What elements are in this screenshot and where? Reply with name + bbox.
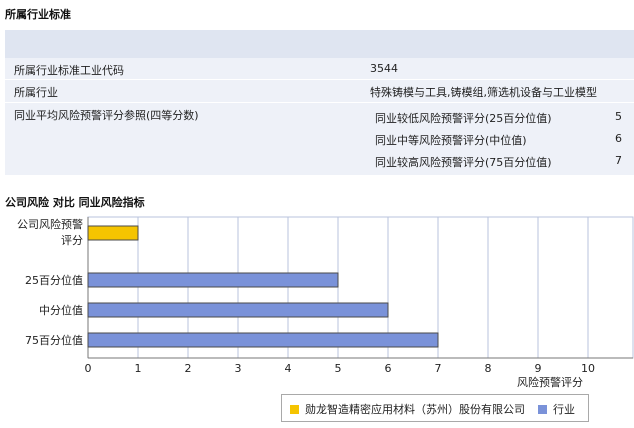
quartile-value: 5 — [615, 110, 622, 123]
legend-swatch — [538, 405, 547, 414]
quartile-value: 7 — [615, 154, 622, 167]
x-tick-label: 4 — [285, 362, 292, 375]
x-tick-label: 10 — [581, 362, 595, 375]
y-category-label: 25百分位值 — [25, 273, 83, 287]
legend-swatch — [290, 405, 299, 414]
quartile-label: 同业较高风险预警评分(75百分位值) — [375, 156, 552, 169]
x-tick-label: 2 — [185, 362, 192, 375]
bar — [87, 332, 439, 348]
legend-label: 勋龙智造精密应用材料（苏州）股份有限公司 — [305, 403, 525, 416]
row-label: 所属行业标准工业代码 — [14, 64, 124, 77]
x-tick-label: 1 — [135, 362, 142, 375]
chart-legend: 勋龙智造精密应用材料（苏州）股份有限公司 行业 — [281, 394, 589, 422]
row-label: 同业平均风险预警评分参照(四等分数) — [14, 109, 199, 122]
section-title-comparison: 公司风险 对比 同业风险指标 — [5, 196, 145, 209]
row-label: 所属行业 — [14, 86, 58, 99]
bar — [87, 272, 339, 288]
x-tick-label: 9 — [535, 362, 542, 375]
industry-table: 所属行业标准工业代码 3544 所属行业 特殊铸模与工具,铸模组,筛选机设备与工… — [5, 30, 634, 176]
bar — [87, 302, 389, 318]
quartile-value: 6 — [615, 132, 622, 145]
y-category-label: 评分 — [61, 234, 83, 247]
legend-label: 行业 — [553, 403, 575, 416]
table-header — [5, 30, 634, 58]
x-tick-label: 8 — [485, 362, 492, 375]
y-category-label: 中分位值 — [39, 303, 83, 317]
quartile-label: 同业较低风险预警评分(25百分位值) — [375, 112, 552, 125]
table-row-quartiles: 同业平均风险预警评分参照(四等分数) 同业较低风险预警评分(25百分位值) 5 … — [5, 103, 634, 176]
quartile-label: 同业中等风险预警评分(中位值) — [375, 134, 527, 147]
x-tick-label: 3 — [235, 362, 242, 375]
row-value: 特殊铸模与工具,铸模组,筛选机设备与工业模型 — [370, 86, 597, 99]
y-category-label: 公司风险预警 — [17, 217, 83, 231]
table-row-code: 所属行业标准工业代码 3544 — [5, 58, 634, 80]
table-row-industry: 所属行业 特殊铸模与工具,铸模组,筛选机设备与工业模型 — [5, 80, 634, 103]
risk-comparison-chart: 0 1 2 3 4 5 6 7 8 9 10风险预警评分 公司风险预警评分 25百分位值中分位值 75百分… — [17, 216, 634, 389]
row-value: 3544 — [370, 62, 398, 75]
legend-item-industry: 行业 — [538, 401, 575, 417]
x-tick-label: 6 — [385, 362, 392, 375]
legend-item-company: 勋龙智造精密应用材料（苏州）股份有限公司 — [290, 401, 525, 417]
x-tick-label: 0 — [85, 362, 92, 375]
y-category-label: 75百分位值 — [25, 333, 83, 347]
x-tick-label: 7 — [435, 362, 442, 375]
x-tick-label: 5 — [335, 362, 342, 375]
bar — [87, 225, 139, 241]
x-axis-title: 风险预警评分 — [517, 375, 583, 389]
section-title-industry: 所属行业标准 — [5, 8, 71, 21]
